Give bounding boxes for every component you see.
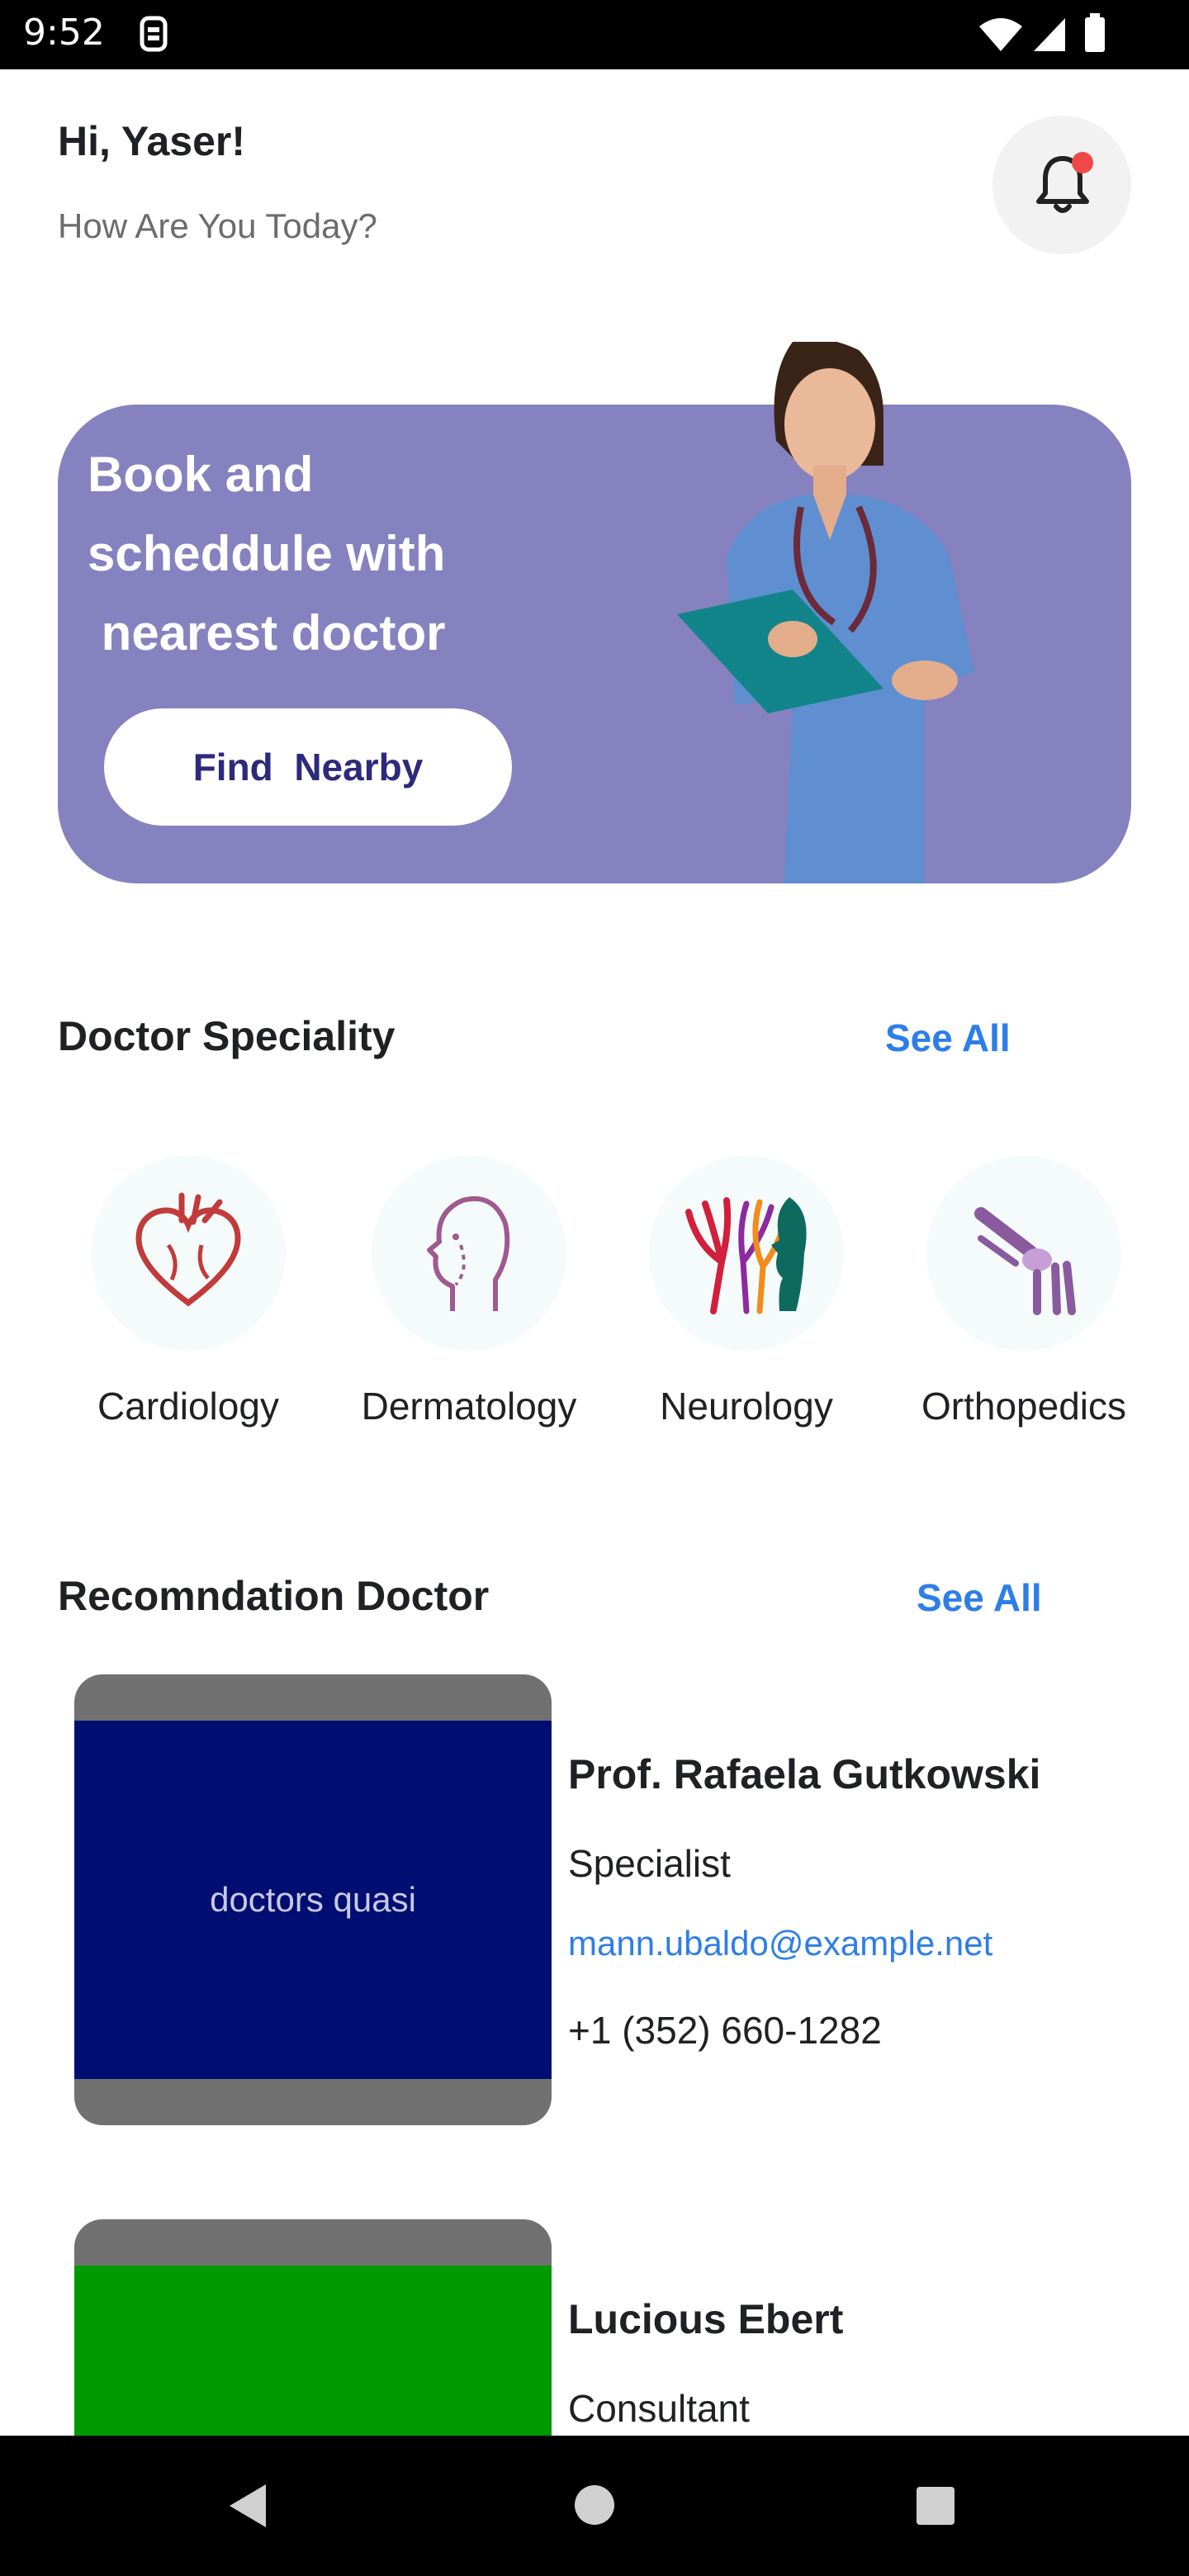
notification-badge: [1072, 152, 1093, 173]
status-time: 9:52: [23, 12, 105, 54]
status-bar: 9:52: [0, 0, 1189, 69]
speciality-title: Doctor Speciality: [58, 1013, 396, 1059]
speciality-label: Dermatology: [361, 1385, 577, 1428]
doctor-email-link[interactable]: mann.ubaldo@example.net: [568, 1924, 992, 1963]
back-icon[interactable]: [223, 2481, 272, 2531]
notification-button[interactable]: [992, 116, 1131, 254]
doctor-image-placeholder: [74, 2266, 552, 2436]
recommendation-title: Recomndation Doctor: [58, 1573, 490, 1619]
speciality-item-neurology[interactable]: Neurology: [631, 1156, 862, 1428]
speciality-item-cardiology[interactable]: Cardiology: [73, 1156, 304, 1428]
recents-icon[interactable]: [915, 2485, 956, 2526]
greeting-subtitle: How Are You Today?: [58, 206, 377, 245]
speciality-icon-circle: [649, 1156, 844, 1351]
doctor-illustration: [677, 342, 974, 883]
banner-line-1: Book and: [88, 447, 314, 502]
brain-tree-icon: [685, 1197, 807, 1314]
speciality-icon-circle: [372, 1156, 566, 1351]
find-nearby-button[interactable]: Find Nearby: [104, 708, 512, 826]
doctor-card-image[interactable]: [74, 2219, 552, 2436]
speciality-label: Orthopedics: [921, 1385, 1126, 1428]
speciality-icon-circle: [91, 1156, 286, 1351]
knee-joint-icon: [974, 1207, 1076, 1315]
speciality-see-all-link[interactable]: See All: [885, 1016, 1011, 1060]
speciality-label: Cardiology: [97, 1385, 279, 1428]
doctor-name[interactable]: Lucious Ebert: [568, 2295, 843, 2343]
greeting-title: Hi, Yaser!: [58, 118, 246, 164]
doctor-phone: +1 (352) 660-1282: [568, 2009, 882, 2052]
sim-icon: [140, 16, 168, 52]
doctor-card-image[interactable]: doctors quasi: [74, 1674, 552, 2125]
banner-line-3: nearest doctor: [88, 605, 446, 661]
doctor-role: Specialist: [568, 1842, 731, 1885]
recommendation-see-all-link[interactable]: See All: [917, 1575, 1042, 1620]
speciality-item-dermatology[interactable]: Dermatology: [353, 1156, 585, 1428]
home-icon[interactable]: [573, 2484, 616, 2526]
speciality-item-orthopedics[interactable]: Orthopedics: [908, 1156, 1139, 1428]
banner-line-2: scheddule with: [88, 526, 446, 581]
signal-icon: [1034, 18, 1065, 51]
system-nav-bar: [0, 2436, 1189, 2576]
speciality-label: Neurology: [660, 1385, 833, 1428]
face-icon: [427, 1196, 510, 1311]
wifi-icon: [979, 18, 1022, 51]
speciality-icon-circle: [926, 1156, 1121, 1351]
doctor-role: Consultant: [568, 2387, 750, 2430]
doctor-image-placeholder: doctors quasi: [74, 1721, 552, 2079]
battery-icon: [1085, 13, 1105, 52]
doctor-name[interactable]: Prof. Rafaela Gutkowski: [568, 1750, 1040, 1798]
heart-icon: [135, 1192, 241, 1307]
